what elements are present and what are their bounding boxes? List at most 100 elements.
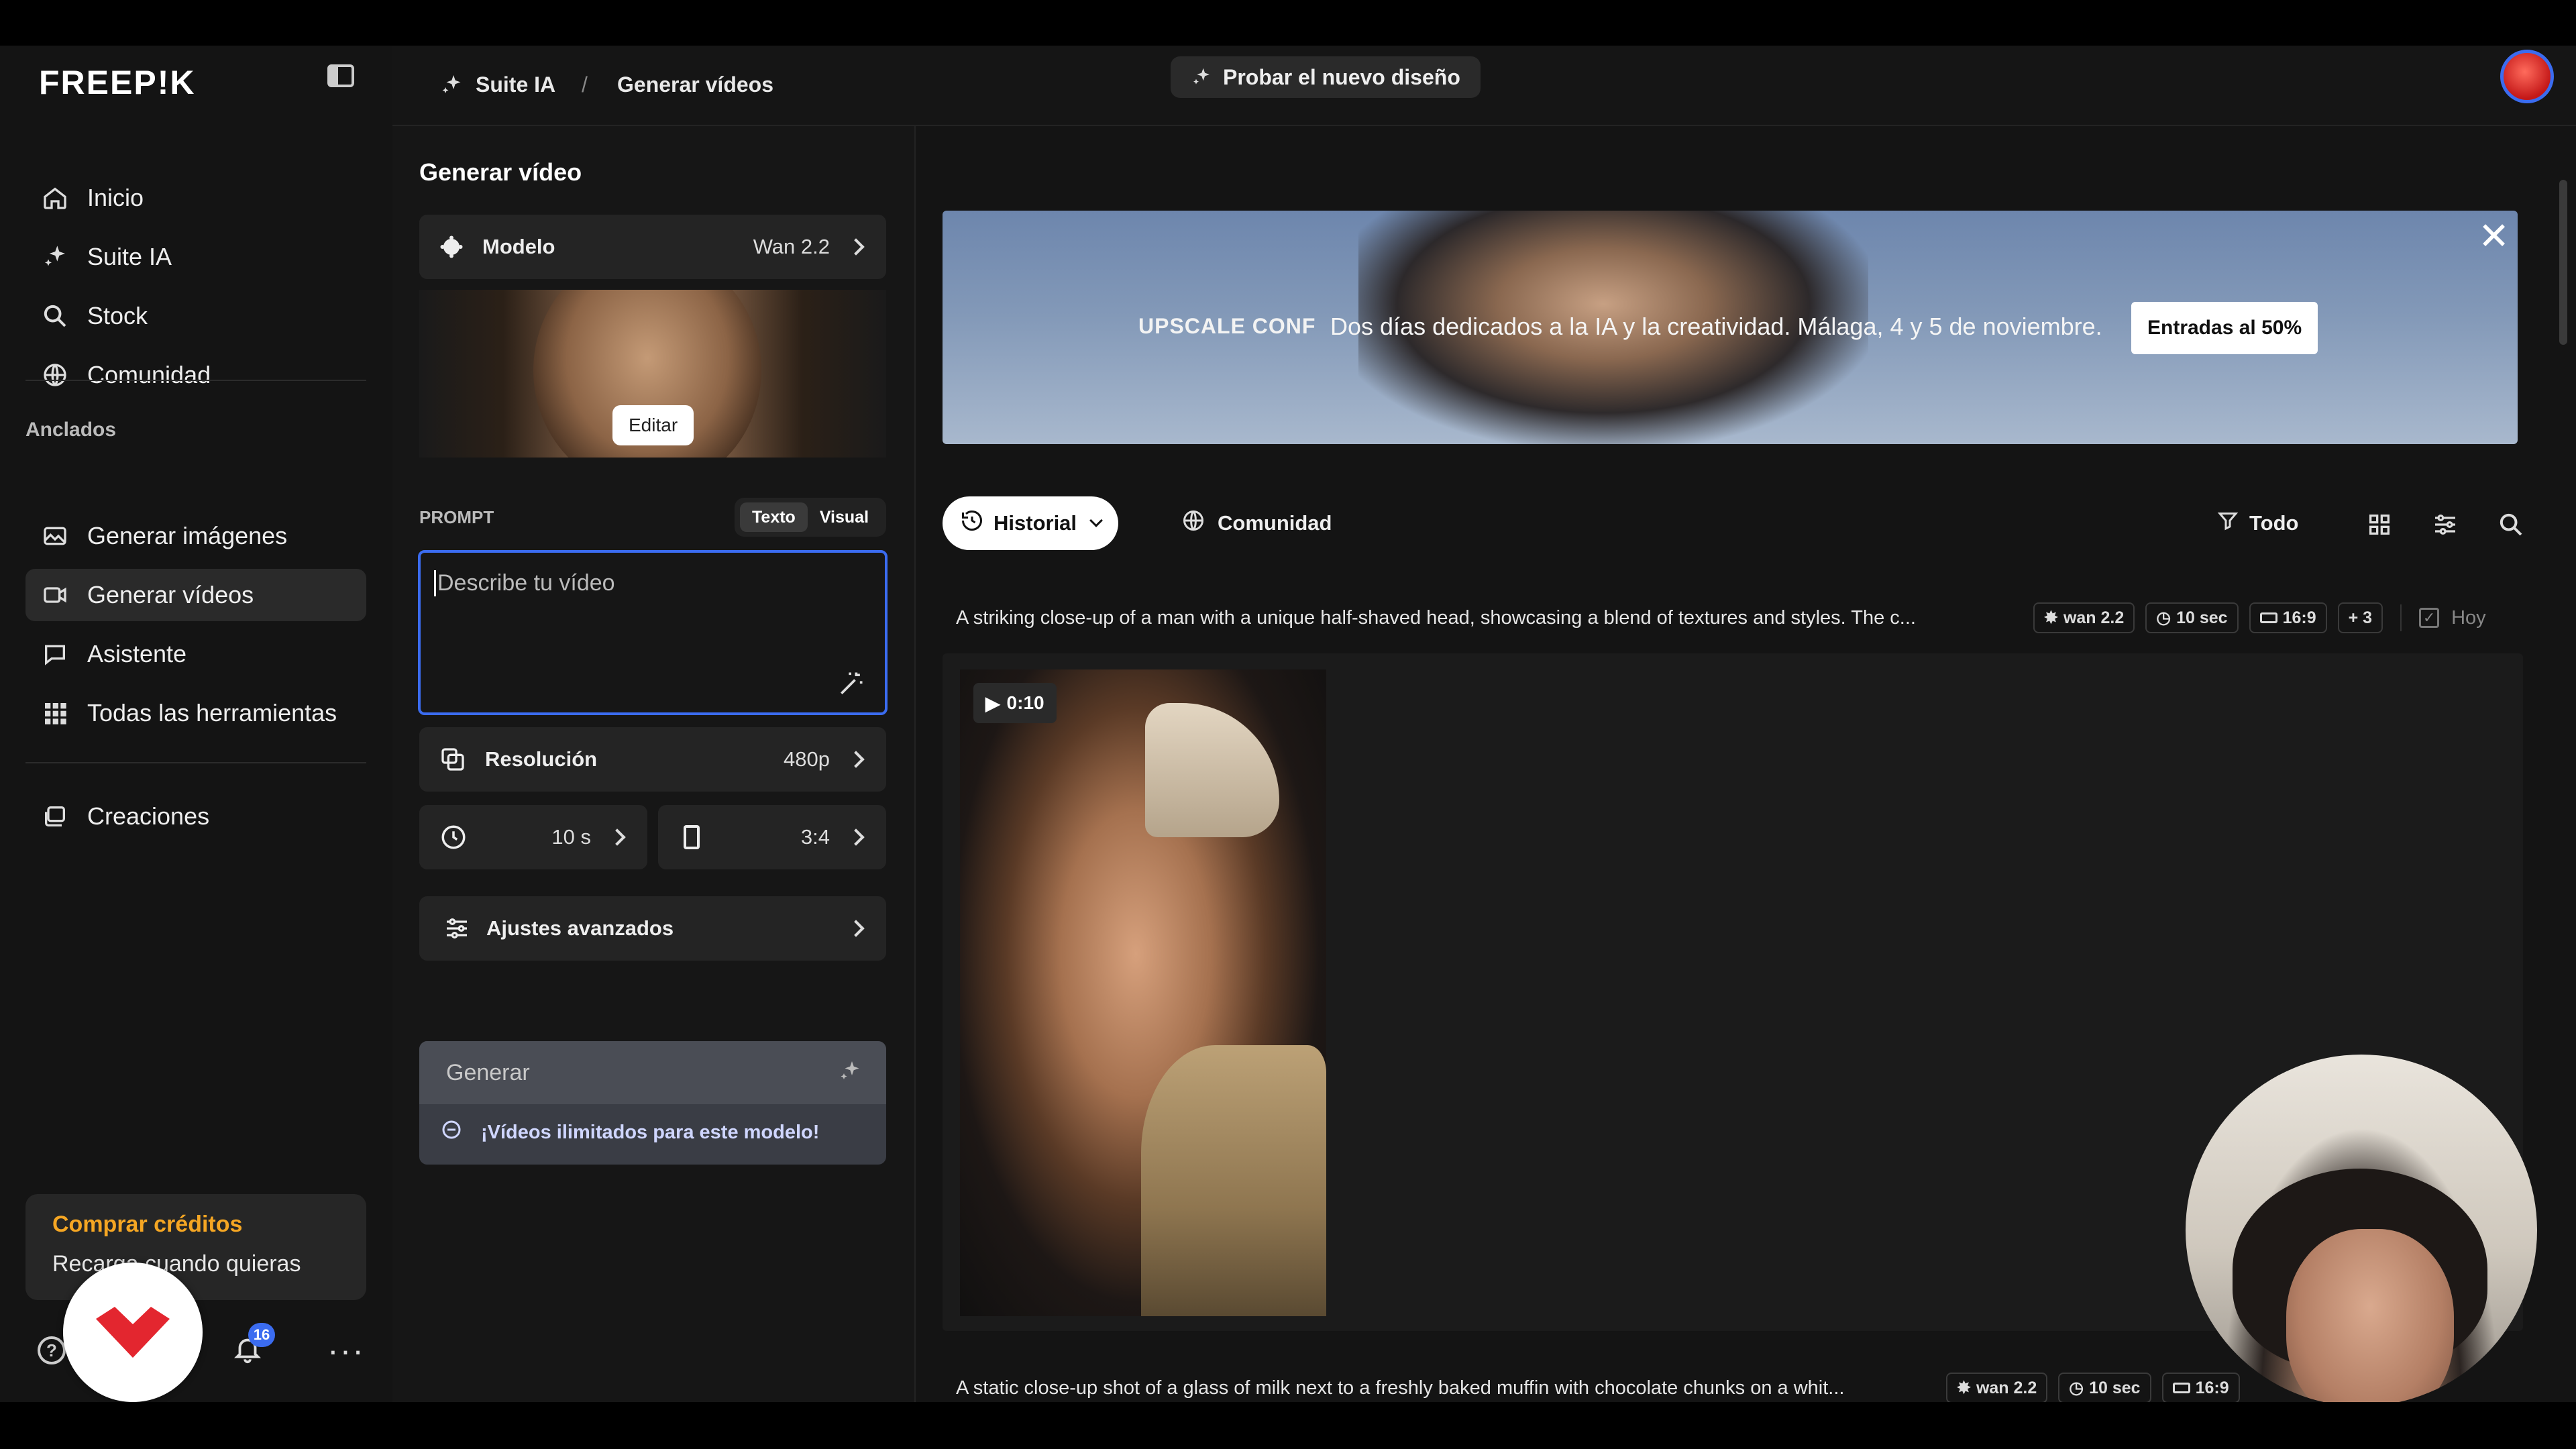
sidebar-item-suite-ia[interactable]: Suite IA	[25, 231, 366, 283]
buy-credits-card[interactable]: Comprar créditos Recarga cuando quieras	[25, 1194, 366, 1300]
creations-icon	[39, 800, 71, 833]
promo-banner[interactable]: UPSCALE CONF Dos días dedicados a la IA …	[943, 211, 2518, 444]
duration-selector[interactable]: 10 s	[419, 805, 647, 869]
more-chip[interactable]: + 3	[2337, 602, 2383, 633]
sidebar-divider	[25, 380, 366, 381]
resolution-label: Resolución	[485, 747, 598, 771]
more-options-icon[interactable]: ···	[327, 1331, 365, 1370]
chevron-right-icon	[847, 238, 865, 256]
chevron-right-icon	[608, 828, 626, 846]
search-icon[interactable]	[2498, 511, 2524, 541]
settings-sliders-icon[interactable]	[2432, 511, 2459, 541]
sidebar-item-label: Suite IA	[87, 243, 172, 270]
model-chip: ✸ wan 2.2	[2033, 602, 2135, 633]
grid-view-icon[interactable]	[2366, 511, 2393, 541]
model-value: Wan 2.2	[753, 235, 830, 258]
buy-credits-title: Comprar créditos	[52, 1212, 243, 1237]
model-icon: ✸	[1957, 1379, 1971, 1397]
breadcrumb-suite-ia[interactable]: Suite IA	[439, 72, 555, 97]
filter-all-label: Todo	[2249, 511, 2299, 535]
banner-text: Dos días dedicados a la IA y la creativi…	[1330, 313, 2102, 340]
freepik-logo[interactable]: FREEP!K	[39, 59, 195, 106]
grid-icon	[39, 697, 71, 729]
image-icon	[39, 520, 71, 552]
clock-icon: ◷	[2156, 608, 2171, 627]
sidebar-item-asistente[interactable]: Asistente	[25, 628, 366, 680]
filter-icon	[2216, 508, 2240, 538]
item-prompt[interactable]: A striking close-up of a man with a uniq…	[956, 607, 2023, 629]
unlimited-note-text: ¡Vídeos ilimitados para este modelo!	[481, 1121, 820, 1143]
prompt-mode-toggle: Texto Visual	[735, 498, 887, 537]
try-new-design-button[interactable]: Probar el nuevo diseño	[1171, 56, 1481, 98]
generation-item: A striking close-up of a man with a uniq…	[956, 596, 2519, 640]
resolution-selector[interactable]: Resolución 480p	[419, 727, 886, 792]
chevron-down-icon	[1089, 514, 1103, 527]
globe-icon	[1181, 508, 1205, 538]
prompt-input[interactable]: Describe tu vídeo	[434, 570, 615, 596]
bell-icon[interactable]: 16	[232, 1323, 275, 1368]
advanced-settings-label: Ajustes avanzados	[486, 916, 674, 940]
breadcrumb-generar-videos[interactable]: Generar vídeos	[617, 72, 773, 97]
sidebar-item-comunidad[interactable]: Comunidad	[25, 349, 366, 401]
sidebar-item-generar-imagenes[interactable]: Generar imágenes	[25, 510, 366, 562]
model-chip-text: wan 2.2	[2063, 608, 2125, 627]
filter-all-button[interactable]: Todo	[2216, 506, 2298, 541]
sidebar-item-label: Inicio	[87, 184, 144, 211]
search-icon	[39, 300, 71, 332]
video-duration-text: 0:10	[1006, 692, 1044, 713]
generate-button[interactable]: Generar	[419, 1041, 886, 1104]
video-thumbnail[interactable]: ▶ 0:10	[960, 669, 1326, 1316]
community-tab[interactable]: Comunidad	[1181, 496, 1332, 550]
magic-wand-icon[interactable]	[837, 669, 866, 702]
panel-title: Generar vídeo	[419, 158, 582, 186]
model-selector[interactable]: Modelo Wan 2.2	[419, 215, 886, 279]
webcam-face-shape	[2286, 1229, 2454, 1402]
banner-cta-button[interactable]: Entradas al 50%	[2131, 302, 2318, 354]
edit-button[interactable]: Editar	[612, 405, 694, 445]
ratio-chip-text: 16:9	[2282, 608, 2316, 627]
user-avatar[interactable]	[2500, 50, 2554, 103]
sliders-icon	[443, 915, 470, 942]
sidebar-item-label: Generar vídeos	[87, 581, 254, 608]
ratio-chip: 16:9	[2161, 1373, 2240, 1402]
duration-chip-text: 10 sec	[2089, 1378, 2141, 1397]
cap-shape	[1145, 703, 1279, 837]
sidebar-item-generar-videos[interactable]: Generar vídeos	[25, 569, 366, 621]
home-icon	[39, 182, 71, 214]
sidebar-item-inicio[interactable]: Inicio	[25, 172, 366, 224]
try-new-design-label: Probar el nuevo diseño	[1223, 64, 1460, 89]
tab-visual[interactable]: Visual	[808, 502, 881, 532]
infinity-icon	[439, 1118, 464, 1147]
history-tab[interactable]: Historial	[943, 496, 1119, 550]
sparkle-icon	[1191, 66, 1212, 88]
sidebar-item-todas-herramientas[interactable]: Todas las herramientas	[25, 687, 366, 739]
help-icon[interactable]: ?	[38, 1336, 66, 1364]
tab-texto[interactable]: Texto	[740, 502, 808, 532]
ratio-icon	[2172, 1383, 2190, 1393]
history-label: Historial	[994, 511, 1077, 535]
sidebar-item-stock[interactable]: Stock	[25, 290, 366, 342]
item-prompt[interactable]: A static close-up shot of a glass of mil…	[956, 1377, 1935, 1399]
globe-icon	[39, 359, 71, 391]
aspect-ratio-selector[interactable]: 3:4	[658, 805, 886, 869]
duration-chip-text: 10 sec	[2176, 608, 2228, 627]
sidebar-item-label: Stock	[87, 302, 148, 329]
resolution-value: 480p	[784, 747, 830, 771]
sidebar-toggle-icon[interactable]	[327, 64, 354, 87]
sidebar-item-creaciones[interactable]: Creaciones	[25, 790, 366, 843]
chevron-right-icon	[847, 828, 865, 846]
model-preview-image[interactable]: Editar	[419, 290, 886, 458]
video-icon	[39, 579, 71, 611]
sidebar-item-label: Generar imágenes	[87, 522, 288, 549]
history-icon	[960, 508, 984, 538]
portrait-ratio-icon	[684, 825, 700, 849]
scrollbar-thumb[interactable]	[2559, 180, 2567, 345]
select-checkbox[interactable]: ✓	[2419, 608, 2440, 628]
advanced-settings-button[interactable]: Ajustes avanzados	[419, 896, 886, 961]
sidebar-item-label: Creaciones	[87, 802, 210, 830]
play-icon: ▶	[985, 692, 1000, 714]
chevron-right-icon	[847, 920, 865, 937]
prompt-box[interactable]: Describe tu vídeo	[418, 550, 888, 715]
sparkle-icon	[439, 73, 464, 97]
close-icon[interactable]: ✕	[2478, 217, 2510, 255]
